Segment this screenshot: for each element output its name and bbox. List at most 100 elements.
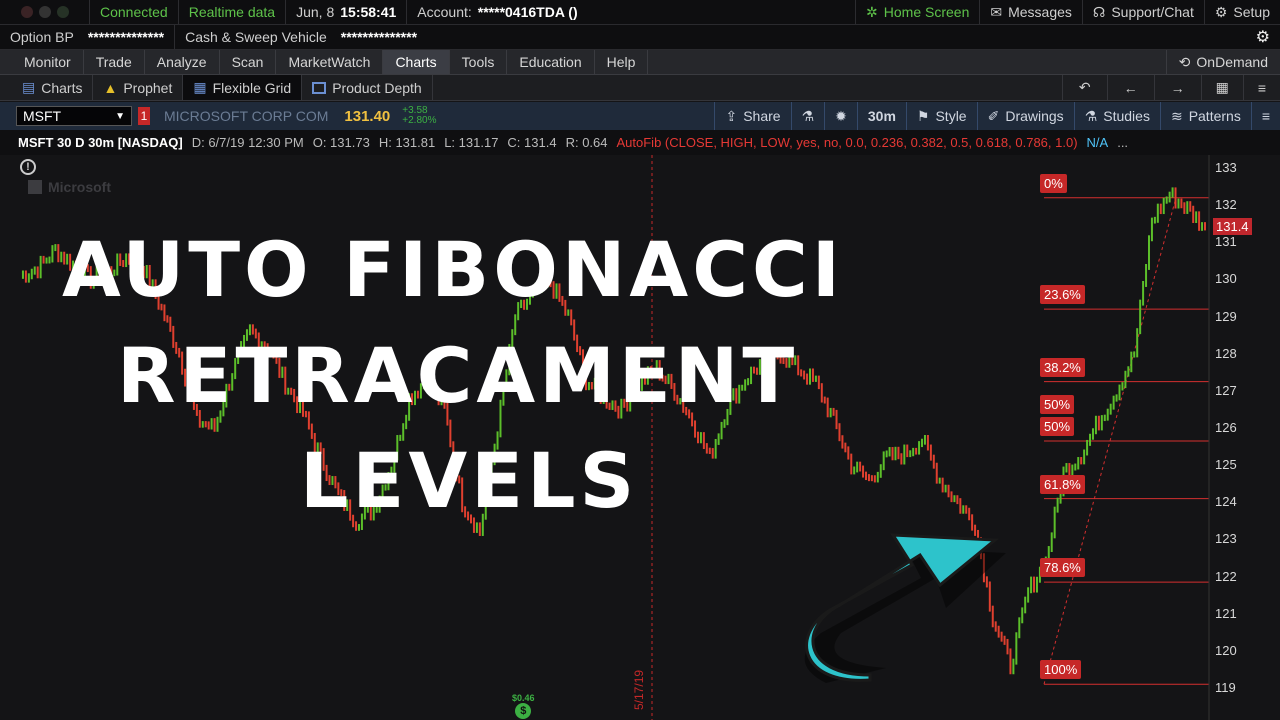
share-button[interactable]: ⇪ Share (714, 102, 790, 130)
dividend-marker: $0.46 $ (512, 693, 535, 719)
support-button[interactable]: ☊ Support/Chat (1083, 0, 1205, 24)
balance-bar: Option BP ************** Cash & Sweep Ve… (0, 25, 1280, 50)
dropdown-icon[interactable]: ▼ (115, 111, 125, 122)
tab-prophet[interactable]: ▲ Prophet (93, 75, 184, 100)
style-menu[interactable]: ⚑ Style (905, 102, 977, 130)
headset-icon: ☊ (1092, 3, 1106, 20)
ondemand-button[interactable]: ⟲ OnDemand (1165, 50, 1280, 74)
company-name: MICROSOFT CORP COM (164, 108, 329, 124)
price-tick-label: 124 (1215, 494, 1237, 510)
dividend-dollar-icon: $ (515, 703, 532, 719)
pointer-arrow-icon (804, 533, 1006, 683)
setup-button[interactable]: ⚙ Setup (1205, 0, 1280, 24)
account-label: Account: (417, 4, 472, 20)
fib-level-label: 0% (1040, 173, 1067, 193)
main-menu: Monitor Trade Analyze Scan MarketWatch C… (0, 50, 1280, 75)
grid-icon: ▦ (193, 79, 207, 95)
study-label[interactable]: AutoFib (CLOSE, HIGH, LOW, yes, no, 0.0,… (617, 135, 1078, 150)
price-tick-label: 126 (1215, 420, 1237, 435)
home-screen-button[interactable]: ✲ Home Screen (855, 0, 981, 24)
symbol-input[interactable]: MSFT ▼ (16, 106, 132, 126)
style-icon: ⚑ (916, 107, 930, 124)
tab-flexible-grid[interactable]: ▦ Flexible Grid (183, 75, 303, 100)
info-close: C: 131.4 (507, 135, 557, 150)
tab-prophet-label: Prophet (123, 79, 173, 96)
maximize-window-icon[interactable] (56, 6, 69, 18)
info-low: L: 131.17 (444, 135, 499, 150)
price-tick-label: 123 (1215, 531, 1237, 547)
chart-title: MSFT 30 D 30m [NASDAQ] (18, 135, 183, 150)
option-bp: Option BP ************** (0, 25, 176, 49)
alert-badge[interactable]: 1 (138, 107, 150, 125)
cash-sweep: Cash & Sweep Vehicle ************** (175, 25, 1246, 49)
symbol-toolbar: MSFT ▼ 1 MICROSOFT CORP COM 131.40 +3.58… (0, 102, 1280, 130)
watermark: Microsoft (28, 179, 111, 195)
fib-level-label: 38.2% (1040, 357, 1085, 377)
menu-tools[interactable]: Tools (450, 50, 508, 74)
price-tick-label: 131 (1215, 234, 1237, 250)
share-icon: ⇪ (725, 107, 738, 124)
undo-icon[interactable]: ↶ (1061, 75, 1108, 100)
tab-charts-label: Charts (41, 79, 83, 96)
price-tick-label: 120 (1215, 642, 1237, 658)
menu-analyze[interactable]: Analyze (145, 50, 220, 74)
menu-trade[interactable]: Trade (84, 50, 145, 74)
home-screen-icon: ✲ (866, 3, 878, 20)
menu-education[interactable]: Education (507, 50, 595, 74)
balance-settings-gear-icon[interactable]: ⚙ (1246, 25, 1280, 49)
status-bar: Connected Realtime data Jun, 8 15:58:41 … (0, 0, 1280, 25)
messages-label: Messages (1008, 4, 1072, 20)
back-arrow-icon[interactable]: ← (1108, 75, 1155, 100)
info-circle-icon[interactable]: ! (20, 159, 36, 175)
price-tick-label: 128 (1215, 345, 1237, 361)
gear-icon: ⚙ (1214, 3, 1228, 20)
date-marker-label: 5/17/19 (632, 669, 646, 710)
close-window-icon[interactable] (20, 6, 33, 18)
time-text: 15:58:41 (340, 4, 397, 20)
price-tick-label: 133 (1215, 160, 1237, 175)
chart-area[interactable]: ! Microsoft AUTO FIBONACCI RETRACAMENT L… (0, 155, 1280, 720)
price-tick-label: 125 (1215, 457, 1237, 473)
date-text: Jun, 8 (296, 4, 335, 20)
tab-product-depth[interactable]: Product Depth (302, 75, 433, 100)
microsoft-logo-icon (28, 180, 42, 194)
price-tick-label: 132 (1215, 197, 1237, 213)
menu-marketwatch[interactable]: MarketWatch (276, 50, 384, 74)
chart-menu-icon[interactable]: ≡ (1250, 102, 1280, 130)
settings-button[interactable]: ✹ (824, 102, 857, 130)
chart-info-line: MSFT 30 D 30m [NASDAQ] D: 6/7/19 12:30 P… (0, 130, 1280, 155)
option-bp-value: ************** (87, 29, 165, 45)
drawings-menu[interactable]: ✐ Drawings (976, 102, 1074, 130)
minimize-window-icon[interactable] (38, 6, 51, 18)
connection-status: Connected (90, 0, 179, 24)
timeframe-selector[interactable]: 30m (856, 102, 906, 130)
menu-help[interactable]: Help (595, 50, 649, 74)
forward-arrow-icon[interactable]: → (1155, 75, 1202, 100)
price-change: +3.58 +2.80% (402, 106, 436, 126)
product-depth-icon (312, 81, 327, 94)
patterns-menu[interactable]: ≋ Patterns (1159, 102, 1251, 130)
menu-charts[interactable]: Charts (383, 50, 450, 74)
tab-charts[interactable]: ▤ Charts (12, 75, 94, 100)
cash-value: ************** (340, 29, 418, 45)
price-tick-label: 129 (1215, 308, 1237, 324)
option-bp-label: Option BP (10, 29, 74, 45)
tab-flexible-grid-label: Flexible Grid (212, 79, 292, 96)
menu-scan[interactable]: Scan (220, 50, 277, 74)
ondemand-icon: ⟲ (1178, 53, 1191, 70)
menu-icon[interactable]: ≡ (1244, 75, 1280, 100)
studies-label: Studies (1103, 108, 1150, 124)
studies-menu[interactable]: ⚗ Studies (1073, 102, 1160, 130)
menu-monitor[interactable]: Monitor (12, 50, 84, 74)
messages-button[interactable]: ✉ Messages (980, 0, 1083, 24)
sub-toolbar: ▤ Charts ▲ Prophet ▦ Flexible Grid Produ… (0, 75, 1280, 101)
account-selector[interactable]: Account: *****0416TDA () (407, 0, 855, 24)
info-open: O: 131.73 (312, 135, 370, 150)
window-controls[interactable] (0, 0, 90, 24)
flask-button[interactable]: ⚗ (790, 102, 825, 130)
layout-grid-icon[interactable]: ▦ (1202, 75, 1244, 100)
price-tick-label: 119 (1215, 680, 1236, 695)
more-ellipsis[interactable]: ... (1117, 135, 1128, 150)
patterns-label: Patterns (1188, 108, 1241, 124)
drawings-icon: ✐ (987, 107, 1000, 124)
